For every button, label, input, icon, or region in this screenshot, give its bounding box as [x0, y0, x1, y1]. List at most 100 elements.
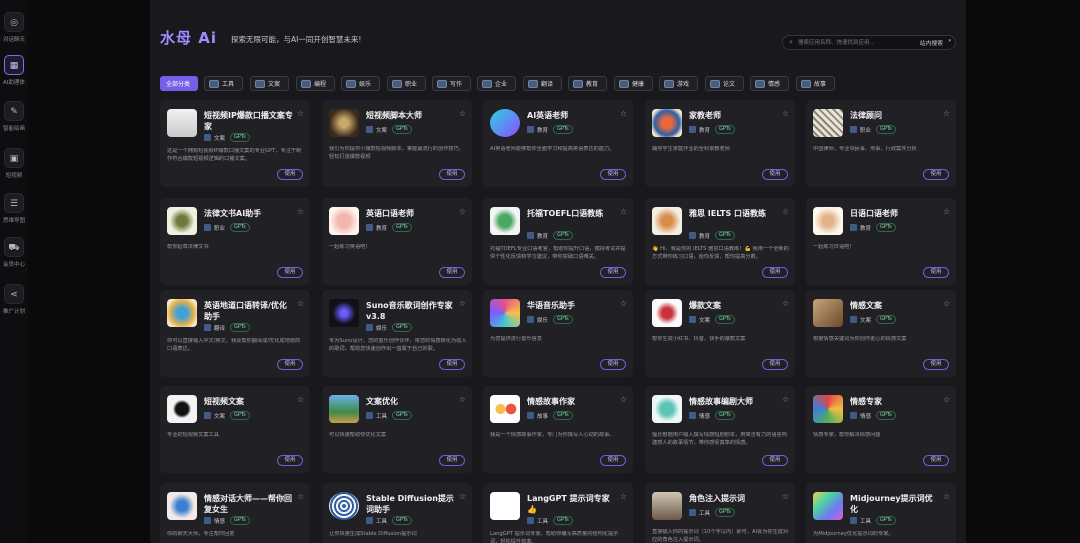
favorite-star-icon[interactable]: ☆	[782, 207, 789, 216]
tab-category[interactable]: 文案	[250, 76, 289, 91]
favorite-star-icon[interactable]: ☆	[459, 109, 466, 118]
search-input[interactable]	[798, 36, 908, 49]
app-card[interactable]: 英语口语老师 ☆ 教育 GPTs 一起练习英语吧！ 使用	[322, 198, 472, 285]
gpts-badge: GPTs	[876, 315, 896, 324]
tab-category[interactable]: 情感	[750, 76, 789, 91]
use-button[interactable]: 使用	[439, 359, 465, 370]
sidebar-item-mindmap[interactable]: ☰ 思维导图	[0, 193, 28, 231]
tab-category[interactable]: 故事	[796, 76, 835, 91]
app-card[interactable]: AI英语老师 ☆ 教育 GPTs AI英语老师能够帮你全面学习和提高英语表达的能力。 使用	[483, 100, 633, 187]
app-card[interactable]: 短视频IP爆款口播文案专家 ☆ 文案 GPTs 这是一个拥有短视频IP爆款口播文案的专业…	[160, 100, 310, 187]
category-icon	[204, 517, 211, 524]
app-card[interactable]: 英语地道口语转译/优化助手 ☆ 翻译 GPTs 你可以直接输入中文/英文，我会帮你翻译成…	[160, 290, 310, 377]
favorite-star-icon[interactable]: ☆	[620, 395, 627, 404]
favorite-star-icon[interactable]: ☆	[782, 492, 789, 501]
app-card[interactable]: 文案优化 ☆ 工具 GPTs 可以快速帮助你优化文案 使用	[322, 386, 472, 473]
use-button[interactable]: 使用	[277, 267, 303, 278]
use-button[interactable]: 使用	[923, 359, 949, 370]
favorite-star-icon[interactable]: ☆	[297, 109, 304, 118]
tab-category[interactable]: 游戏	[659, 76, 698, 91]
sidebar-item-grid[interactable]: ▦ AI助理体	[0, 55, 28, 93]
use-button[interactable]: 使用	[600, 169, 626, 180]
use-button[interactable]: 使用	[277, 455, 303, 466]
favorite-star-icon[interactable]: ☆	[620, 109, 627, 118]
app-card[interactable]: 法律文书AI助手 ☆ 职业 GPTs 帮你起草法律文书 使用	[160, 198, 310, 285]
use-button[interactable]: 使用	[600, 359, 626, 370]
favorite-star-icon[interactable]: ☆	[782, 395, 789, 404]
use-button[interactable]: 使用	[923, 169, 949, 180]
sidebar-item-brush[interactable]: ✎ 智能绘画	[0, 101, 28, 139]
app-card[interactable]: Suno音乐歌词创作专家v3.8 ☆ 娱乐 GPTs 专为Suno设计，您的音乐创作伙伴…	[322, 290, 472, 377]
favorite-star-icon[interactable]: ☆	[943, 109, 950, 118]
tab-category[interactable]: 翻译	[523, 76, 562, 91]
favorite-star-icon[interactable]: ☆	[943, 492, 950, 501]
app-card[interactable]: 情感文案 ☆ 文案 GPTs 根据情感关键词为你创作走心的情感文案 使用	[806, 290, 956, 377]
use-button[interactable]: 使用	[762, 455, 788, 466]
app-card[interactable]: 华语音乐助手 ☆ 娱乐 GPTs 为您提供流行音乐信息 使用	[483, 290, 633, 377]
use-button[interactable]: 使用	[923, 455, 949, 466]
favorite-star-icon[interactable]: ☆	[620, 207, 627, 216]
tab-category[interactable]: 全部分类	[160, 76, 198, 91]
favorite-star-icon[interactable]: ☆	[620, 492, 627, 501]
tab-category[interactable]: 职业	[387, 76, 426, 91]
tab-category[interactable]: 写作	[432, 76, 471, 91]
favorite-star-icon[interactable]: ☆	[943, 207, 950, 216]
app-card[interactable]: 情感故事作家 ☆ 故事 GPTs 我是一个情感故事作家，专门为你撰写人心动的故事。 使用	[483, 386, 633, 473]
favorite-star-icon[interactable]: ☆	[459, 395, 466, 404]
app-card[interactable]: 爆款文案 ☆ 文案 GPTs 帮你生成小红书、抖音、快手的爆款文案 使用	[645, 290, 795, 377]
app-meta: 教育 GPTs	[689, 125, 735, 134]
app-card[interactable]: LangGPT 提示词专家👍 ☆ 工具 GPTs LangGPT 提示词专家，帮助你编写…	[483, 483, 633, 543]
use-button[interactable]: 使用	[762, 267, 788, 278]
use-button[interactable]: 使用	[923, 267, 949, 278]
favorite-star-icon[interactable]: ☆	[943, 299, 950, 308]
app-card[interactable]: 日语口语老师 ☆ 教育 GPTs 一起练习日语吧！ 使用	[806, 198, 956, 285]
app-card[interactable]: 家教老师 ☆ 教育 GPTs 辅导学生家庭作业的全科家教老师 使用	[645, 100, 795, 187]
favorite-star-icon[interactable]: ☆	[782, 109, 789, 118]
tab-label: 故事	[814, 81, 827, 88]
tab-category[interactable]: 教育	[568, 76, 607, 91]
use-button[interactable]: 使用	[439, 169, 465, 180]
search-box[interactable]: ⌕ 站内搜索 ▾	[782, 35, 956, 50]
tab-category[interactable]: 论文	[705, 76, 744, 91]
search-scope-select[interactable]: 站内搜索	[920, 38, 943, 47]
use-button[interactable]: 使用	[277, 169, 303, 180]
use-button[interactable]: 使用	[439, 267, 465, 278]
tab-category[interactable]: 企业	[477, 76, 516, 91]
app-card[interactable]: 法律顾问 ☆ 职业 GPTs 中国律师，专业领民事、刑事、行政案件分析 使用	[806, 100, 956, 187]
app-card[interactable]: 雅思 IELTS 口语教练 ☆ 教育 GPTs 👋 Hi，我是你的 IELTS 雅思口语…	[645, 198, 795, 285]
app-card[interactable]: 短视频文案 ☆ 文案 GPTs 专业的短视频文案工具 使用	[160, 386, 310, 473]
favorite-star-icon[interactable]: ☆	[297, 395, 304, 404]
tab-category[interactable]: 编程	[296, 76, 335, 91]
app-card[interactable]: 情感对话大师——帮你回复女生☆情感GPTs你的聊天大师，专注帮你回复使用	[160, 483, 310, 543]
use-button[interactable]: 使用	[439, 455, 465, 466]
app-card[interactable]: 托福TOEFL口语教练 ☆ 教育 GPTs 托福TOEFL专业口语考官，帮助你提升口语，…	[483, 198, 633, 285]
app-card[interactable]: 情感故事编剧大师 ☆ 情感 GPTs 擅长根据用户输入撰写情感短剧剧本，用简洁有力的语言…	[645, 386, 795, 473]
tab-category[interactable]: 工具	[204, 76, 243, 91]
use-button[interactable]: 使用	[762, 169, 788, 180]
sidebar-item-chat[interactable]: ◎ 对话聊天	[0, 12, 28, 50]
use-button[interactable]: 使用	[277, 359, 303, 370]
app-card[interactable]: Stable Diffusion提示词助手 ☆ 工具 GPTs 让你快速生成Stable…	[322, 483, 472, 543]
sidebar-item-cart[interactable]: ⛟ 会员中心	[0, 237, 28, 275]
favorite-star-icon[interactable]: ☆	[459, 207, 466, 216]
sidebar-item-share[interactable]: ⋖ 推广计划	[0, 284, 28, 322]
favorite-star-icon[interactable]: ☆	[297, 299, 304, 308]
app-card[interactable]: 情感专家 ☆ 情感 GPTs 情感专家，帮你解决情感问题 使用	[806, 386, 956, 473]
favorite-star-icon[interactable]: ☆	[943, 395, 950, 404]
use-button[interactable]: 使用	[600, 267, 626, 278]
tab-category[interactable]: 娱乐	[341, 76, 380, 91]
sidebar-item-video[interactable]: ▣ 短视频	[0, 148, 28, 186]
favorite-star-icon[interactable]: ☆	[297, 207, 304, 216]
favorite-star-icon[interactable]: ☆	[459, 299, 466, 308]
favorite-star-icon[interactable]: ☆	[620, 299, 627, 308]
favorite-star-icon[interactable]: ☆	[297, 492, 304, 501]
app-card[interactable]: Midjourney提示词优化 ☆ 工具 GPTs 为Midjourney优化提示词的专…	[806, 483, 956, 543]
c-logo-avatar	[490, 109, 520, 137]
app-card[interactable]: 角色注入提示词 ☆ 工具 GPTs 直接输入你的提示词（10个字以内）即可，AI会为你生…	[645, 483, 795, 543]
use-button[interactable]: 使用	[600, 455, 626, 466]
favorite-star-icon[interactable]: ☆	[782, 299, 789, 308]
tab-category[interactable]: 健康	[614, 76, 653, 91]
use-button[interactable]: 使用	[762, 359, 788, 370]
favorite-star-icon[interactable]: ☆	[459, 492, 466, 501]
app-card[interactable]: 短视频脚本大师 ☆ 文案 GPTs 我们为你提供小爆款短视频脚本，掌握最流行的创作技巧，…	[322, 100, 472, 187]
